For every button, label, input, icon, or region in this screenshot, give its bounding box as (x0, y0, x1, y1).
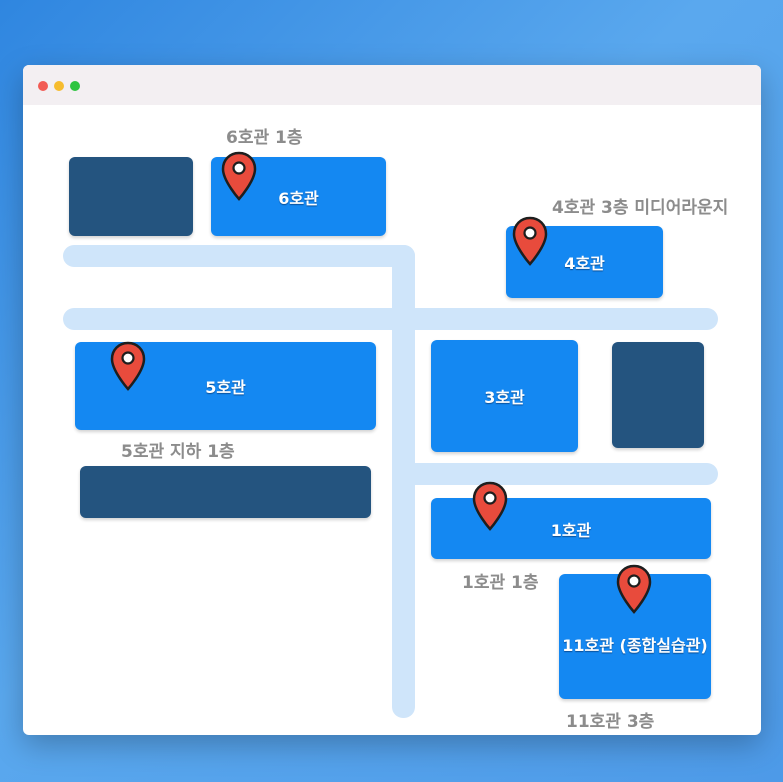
building-unlabeled-right (612, 342, 704, 448)
map-pin-icon[interactable] (511, 215, 549, 267)
road-middle-horizontal (63, 308, 718, 330)
map-pin-icon[interactable] (220, 150, 258, 202)
map-pin-icon[interactable] (109, 340, 147, 392)
window-titlebar (23, 65, 761, 105)
building-unlabeled-top-left (69, 157, 193, 236)
label-5-floor: 5호관 지하 1층 (121, 442, 235, 462)
minimize-window-button[interactable] (54, 81, 64, 91)
browser-window: 6호관 4호관 5호관 3호관 1호관 11호관 (종합실습관) 6호관 1층 … (23, 65, 761, 735)
label-6-floor: 6호관 1층 (226, 128, 303, 148)
maximize-window-button[interactable] (70, 81, 80, 91)
label-1-floor: 1호관 1층 (462, 573, 539, 593)
label-4-floor: 4호관 3층 미디어라운지 (552, 198, 729, 218)
map-pin-icon[interactable] (615, 563, 653, 615)
road-lower-horizontal (392, 463, 718, 485)
close-window-button[interactable] (38, 81, 48, 91)
building-3[interactable]: 3호관 (431, 340, 578, 452)
label-11-floor: 11호관 3층 (566, 712, 655, 732)
map-pin-icon[interactable] (471, 480, 509, 532)
road-top-horizontal (63, 245, 415, 267)
building-unlabeled-bottom-left (80, 466, 371, 518)
